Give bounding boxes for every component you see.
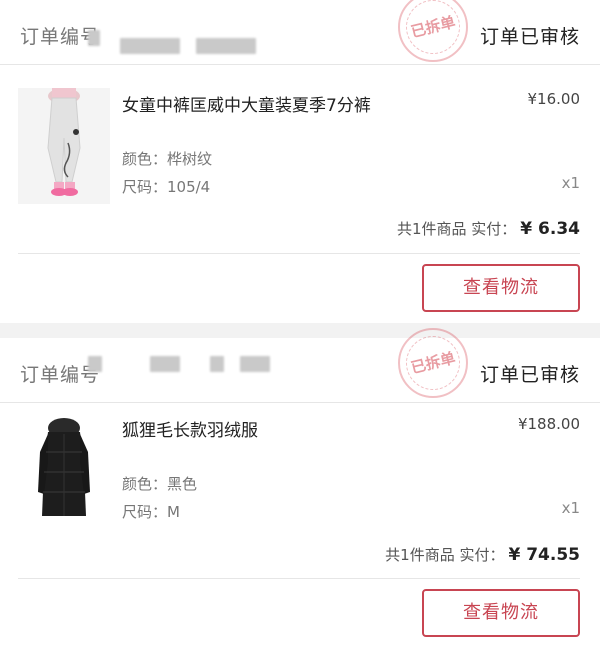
split-order-stamp: 已拆单 [398, 0, 468, 62]
order-number-redacted [210, 356, 224, 372]
order-header: 订单编号 已拆单 订单已审核 [0, 328, 600, 403]
total-amount: ¥ 6.34 [520, 219, 580, 239]
order-number-redacted [88, 356, 102, 372]
product-price: ¥188.00 [517, 415, 580, 433]
order-status: 订单已审核 [479, 364, 580, 386]
product-price: ¥16.00 [527, 90, 581, 108]
total-prefix: 共1件商品 实付： [396, 220, 517, 238]
total-amount: ¥ 74.55 [508, 545, 580, 565]
order-total: 共1件商品 实付： ¥ 6.34 [397, 218, 580, 239]
order-number-redacted [196, 38, 256, 54]
black-down-coat-image [18, 412, 110, 528]
order-status: 订单已审核 [479, 26, 580, 48]
split-order-stamp: 已拆单 [398, 328, 468, 398]
order-card: 订单编号 已拆单 订单已审核 女童中裤匡威中大童装夏季7分裤 ¥16.00 颜色… [0, 0, 600, 323]
product-size: 尺码：105/4 [122, 178, 211, 196]
product-color: 颜色：黑色 [122, 475, 198, 493]
order-number-redacted [240, 356, 270, 372]
order-number-redacted [120, 38, 180, 54]
order-total: 共1件商品 实付： ¥ 74.55 [385, 544, 580, 565]
order-number-redacted [88, 30, 100, 46]
product-image[interactable] [18, 412, 110, 528]
product-size: 尺码：M [122, 503, 180, 521]
product-title[interactable]: 狐狸毛长款羽绒服 [122, 416, 258, 441]
order-card: 订单编号 已拆单 订单已审核 狐狸毛长款羽绒服 ¥188.00 颜色：黑色 尺码… [0, 328, 600, 651]
order-number-redacted [150, 356, 180, 372]
product-image[interactable] [18, 88, 110, 204]
order-header: 订单编号 已拆单 订单已审核 [0, 0, 600, 65]
product-color: 颜色：桦树纹 [122, 150, 213, 168]
product-quantity: x1 [561, 499, 580, 517]
girls-pants-image [18, 88, 110, 204]
divider [18, 253, 580, 254]
view-logistics-button[interactable]: 查看物流 [422, 264, 580, 312]
product-title[interactable]: 女童中裤匡威中大童装夏季7分裤 [122, 91, 371, 116]
total-prefix: 共1件商品 实付： [385, 546, 505, 564]
view-logistics-button[interactable]: 查看物流 [422, 589, 580, 637]
product-quantity: x1 [561, 174, 580, 192]
divider [18, 578, 580, 579]
